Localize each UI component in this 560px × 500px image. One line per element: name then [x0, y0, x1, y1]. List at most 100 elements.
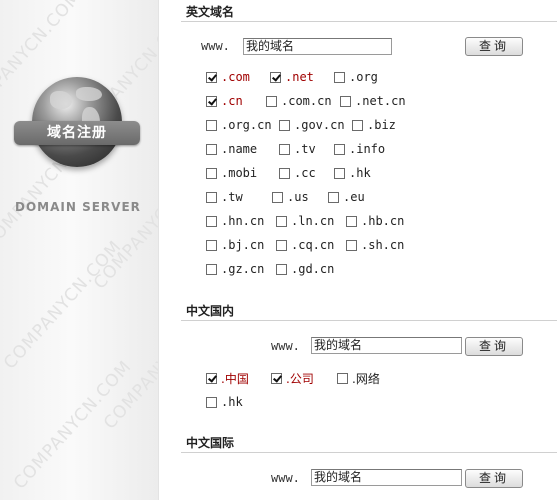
checkbox[interactable] [206, 239, 217, 251]
tld-option-name[interactable]: .name [206, 142, 257, 156]
checkbox[interactable] [206, 119, 217, 131]
tld-label: .net [285, 70, 314, 84]
tld-option-cn[interactable]: .cn [206, 94, 243, 108]
checkbox[interactable] [334, 167, 345, 179]
tld-label: .gz.cn [221, 262, 265, 276]
checkbox[interactable] [276, 215, 287, 227]
query-button-chinese-domestic[interactable]: 查询 [465, 337, 523, 356]
tld-option-hk[interactable]: .hk [334, 166, 371, 180]
tld-option-ln-cn[interactable]: .ln.cn [276, 214, 334, 228]
tld-label: .com [221, 70, 250, 84]
tld-option-bj-cn[interactable]: .bj.cn [206, 238, 264, 252]
tld-option-tv[interactable]: .tv [279, 142, 316, 156]
tld-option-org[interactable]: .org [334, 70, 378, 84]
checkbox[interactable] [279, 119, 290, 131]
tld-label: .sh.cn [361, 238, 405, 252]
www-prefix: www. [201, 39, 230, 53]
tld-label: .us [287, 190, 309, 204]
tld-option-sh-cn[interactable]: .sh.cn [346, 238, 404, 252]
tld-label: .hn.cn [221, 214, 265, 228]
tld-option-公司[interactable]: .公司 [271, 370, 314, 387]
tld-label: .cq.cn [291, 238, 335, 252]
watermark-text: COMPANYCN.COM [0, 236, 126, 374]
domain-server-caption: DOMAIN SERVER [15, 200, 141, 214]
checkbox[interactable] [206, 71, 217, 83]
panel-divider [158, 0, 159, 500]
checkbox[interactable] [206, 191, 217, 203]
tld-label: .name [221, 142, 258, 156]
www-prefix: www. [271, 471, 300, 485]
tld-option-mobi[interactable]: .mobi [206, 166, 257, 180]
tld-option-网络[interactable]: .网络 [337, 370, 380, 387]
checkbox[interactable] [266, 95, 277, 107]
left-panel: COMPANYCN.COM COMPANYCN.COM COMPANYCN.CO… [0, 0, 158, 500]
tld-option-中国[interactable]: .中国 [206, 370, 249, 387]
section-divider [181, 21, 557, 22]
checkbox[interactable] [352, 119, 363, 131]
tld-label: .gov.cn [294, 118, 345, 132]
domain-input-chinese-international[interactable]: 我的域名 [311, 469, 462, 486]
checkbox[interactable] [206, 143, 217, 155]
tld-label: .公司 [286, 372, 314, 386]
tld-option-net[interactable]: .net [270, 70, 314, 84]
section-title-chinese-domestic: 中文国内 [186, 304, 235, 318]
checkbox[interactable] [272, 191, 283, 203]
tld-option-info[interactable]: .info [334, 142, 385, 156]
domain-input-chinese-domestic[interactable]: 我的域名 [311, 337, 462, 354]
tld-option-gz-cn[interactable]: .gz.cn [206, 262, 264, 276]
checkbox[interactable] [206, 95, 217, 107]
tld-option-gov-cn[interactable]: .gov.cn [279, 118, 345, 132]
tld-label: .biz [367, 118, 396, 132]
tld-option-org-cn[interactable]: .org.cn [206, 118, 272, 132]
checkbox[interactable] [337, 373, 348, 384]
tld-label: .org.cn [221, 118, 272, 132]
tld-label: .tv [294, 142, 316, 156]
tld-option-cq-cn[interactable]: .cq.cn [276, 238, 334, 252]
www-prefix: www. [271, 339, 300, 353]
checkbox[interactable] [346, 215, 357, 227]
tld-label: .bj.cn [221, 238, 265, 252]
query-button-english[interactable]: 查询 [465, 37, 523, 56]
tld-label: .info [349, 142, 386, 156]
tld-option-gd-cn[interactable]: .gd.cn [276, 262, 334, 276]
checkbox[interactable] [276, 263, 287, 275]
checkbox[interactable] [334, 71, 345, 83]
tld-option-net-cn[interactable]: .net.cn [340, 94, 406, 108]
query-button-chinese-international[interactable]: 查询 [465, 469, 523, 488]
checkbox[interactable] [206, 215, 217, 227]
tld-option-eu[interactable]: .eu [328, 190, 365, 204]
checkbox[interactable] [206, 373, 217, 384]
tld-label: .hb.cn [361, 214, 405, 228]
checkbox[interactable] [346, 239, 357, 251]
tld-label: .com.cn [281, 94, 332, 108]
tld-option-tw[interactable]: .tw [206, 190, 243, 204]
tld-option-hn-cn[interactable]: .hn.cn [206, 214, 264, 228]
checkbox[interactable] [206, 396, 217, 408]
checkbox[interactable] [279, 143, 290, 155]
checkbox[interactable] [328, 191, 339, 203]
watermark-text: COMPANYCN.COM [90, 156, 158, 294]
checkbox[interactable] [334, 143, 345, 155]
tld-label: .eu [343, 190, 365, 204]
checkbox[interactable] [271, 373, 282, 384]
tld-option-us[interactable]: .us [272, 190, 309, 204]
tld-option-hk[interactable]: .hk [206, 395, 243, 409]
checkbox[interactable] [206, 263, 217, 275]
checkbox[interactable] [276, 239, 287, 251]
tld-option-com-cn[interactable]: .com.cn [266, 94, 332, 108]
domain-input-english[interactable]: 我的域名 [243, 38, 392, 55]
tld-label: .hk [349, 166, 371, 180]
tld-option-cc[interactable]: .cc [279, 166, 316, 180]
tld-option-hb-cn[interactable]: .hb.cn [346, 214, 404, 228]
tld-label: .net.cn [355, 94, 406, 108]
checkbox[interactable] [270, 71, 281, 83]
section-title-english: 英文域名 [186, 5, 235, 19]
tld-label: .mobi [221, 166, 258, 180]
tld-label: .中国 [221, 372, 249, 386]
section-divider [181, 320, 557, 321]
tld-option-biz[interactable]: .biz [352, 118, 396, 132]
tld-option-com[interactable]: .com [206, 70, 250, 84]
checkbox[interactable] [279, 167, 290, 179]
checkbox[interactable] [206, 167, 217, 179]
checkbox[interactable] [340, 95, 351, 107]
